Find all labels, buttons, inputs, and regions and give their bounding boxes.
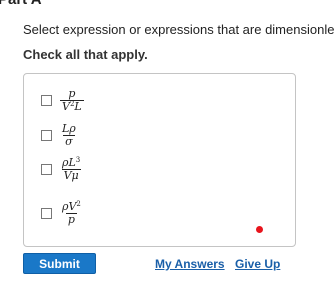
choice-1[interactable]: p V2L: [41, 88, 84, 113]
expression-2: Lρ σ: [60, 123, 78, 148]
expression-4-numerator: ρV2: [60, 201, 83, 213]
checkbox-choice-2[interactable]: [41, 130, 52, 141]
expression-4: ρV2 p: [60, 201, 83, 226]
expression-3: ρL3 Vμ: [60, 157, 82, 182]
expression-2-numerator: Lρ: [62, 122, 76, 135]
submit-button[interactable]: Submit: [23, 253, 96, 274]
expression-3-denominator: Vμ: [61, 169, 81, 182]
expression-1-den-tail: L: [74, 100, 82, 113]
expression-3-num-base: ρL: [62, 156, 76, 169]
choice-3[interactable]: ρL3 Vμ: [41, 157, 82, 182]
expression-3-num-exponent: 3: [75, 156, 81, 164]
choice-2[interactable]: Lρ σ: [41, 123, 78, 148]
expression-1-numerator: p: [68, 87, 76, 100]
expression-1: p V2L: [60, 88, 84, 113]
part-title: Part A: [0, 0, 42, 8]
choice-4[interactable]: ρV2 p: [41, 201, 83, 226]
choices-box: p V2L Lρ σ ρL3 Vμ ρV2 p: [23, 73, 296, 247]
expression-2-denominator: σ: [63, 135, 75, 148]
checkbox-choice-4[interactable]: [41, 208, 52, 219]
expression-3-numerator: ρL3: [60, 157, 82, 169]
status-dot: [256, 226, 263, 233]
checkbox-choice-3[interactable]: [41, 164, 52, 175]
expression-1-den-base: V: [62, 100, 70, 113]
question-instruction: Check all that apply.: [23, 47, 148, 62]
expression-4-num-exponent: 2: [76, 200, 81, 208]
give-up-link[interactable]: Give Up: [235, 257, 280, 271]
question-prompt: Select expression or expressions that ar…: [23, 22, 335, 37]
expression-1-denominator: V2L: [60, 100, 84, 113]
checkbox-choice-1[interactable]: [41, 95, 52, 106]
expression-4-num-base: ρV: [62, 200, 77, 213]
expression-4-denominator: p: [65, 213, 77, 226]
my-answers-link[interactable]: My Answers: [155, 257, 225, 271]
